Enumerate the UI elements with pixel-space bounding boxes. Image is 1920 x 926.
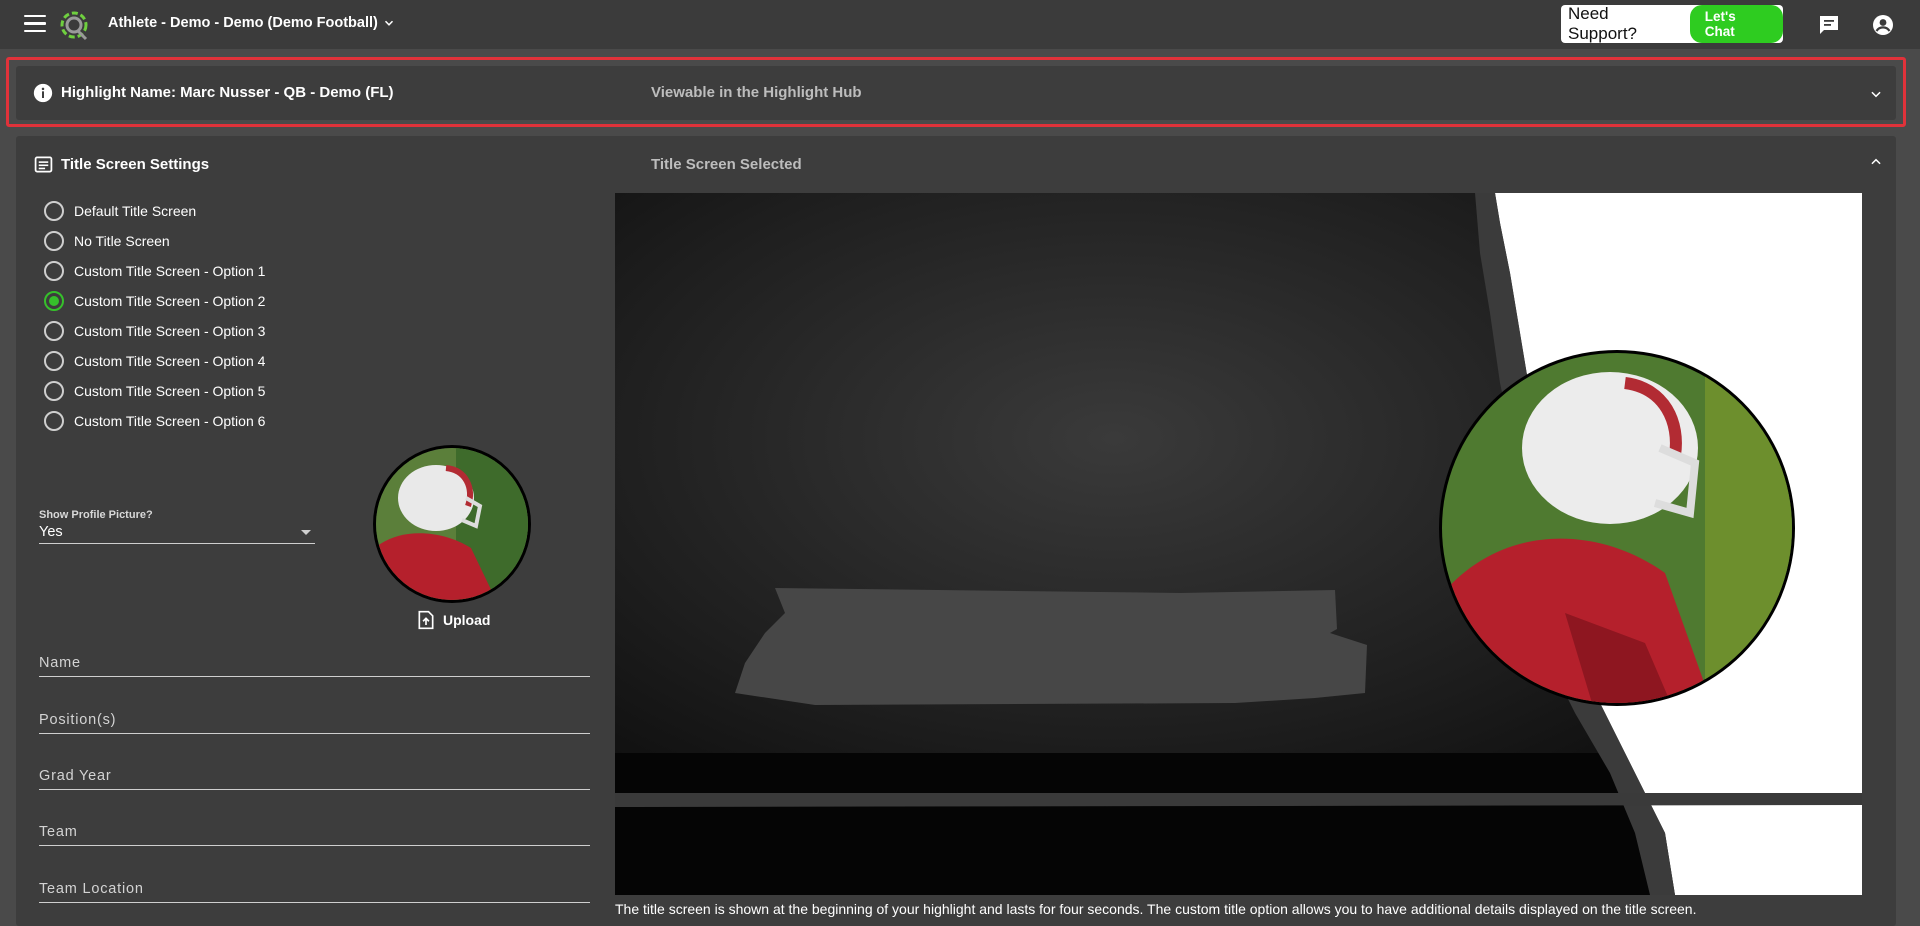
profile-picture	[373, 445, 531, 603]
title-screen-selected-label: Title Screen Selected	[651, 156, 802, 173]
team-location-field[interactable]	[39, 880, 590, 903]
option-no-title-screen[interactable]: No Title Screen	[44, 226, 265, 256]
dropdown-arrow-icon	[301, 530, 311, 535]
option-custom-2[interactable]: Custom Title Screen - Option 2	[44, 286, 265, 316]
radio-button[interactable]	[44, 201, 64, 221]
select-value[interactable]: Yes	[39, 524, 315, 544]
radio-button[interactable]	[44, 411, 64, 431]
option-label: Custom Title Screen - Option 1	[74, 263, 266, 279]
upload-label: Upload	[443, 612, 491, 628]
grad-year-field[interactable]	[39, 767, 590, 790]
title-screen-settings-heading: Title Screen Settings	[61, 156, 210, 173]
option-custom-5[interactable]: Custom Title Screen - Option 5	[44, 376, 265, 406]
show-profile-picture-select[interactable]: Show Profile Picture? Yes	[39, 509, 315, 544]
highlight-status: Viewable in the Highlight Hub	[651, 84, 862, 101]
select-label: Show Profile Picture?	[39, 509, 153, 521]
app-logo[interactable]	[58, 9, 90, 41]
team-field[interactable]	[39, 823, 590, 846]
menu-icon[interactable]	[24, 15, 46, 33]
chevron-down-icon	[384, 20, 393, 26]
collapse-icon[interactable]	[1869, 155, 1883, 169]
positions-field[interactable]	[39, 711, 590, 734]
option-default-title-screen[interactable]: Default Title Screen	[44, 196, 265, 226]
radio-button[interactable]	[44, 231, 64, 251]
radio-button[interactable]	[44, 261, 64, 281]
option-custom-4[interactable]: Custom Title Screen - Option 4	[44, 346, 265, 376]
support-text: Need Support?	[1568, 4, 1637, 43]
radio-button[interactable]	[44, 381, 64, 401]
upload-file-icon	[418, 610, 434, 630]
message-icon[interactable]	[1817, 13, 1841, 37]
radio-button[interactable]	[44, 351, 64, 371]
support-widget: Need Support? Let's Chat	[1561, 4, 1783, 43]
upload-button[interactable]: Upload	[417, 610, 490, 630]
option-label: Custom Title Screen - Option 2	[74, 293, 266, 309]
info-icon	[33, 83, 53, 103]
grad-year-input[interactable]	[39, 768, 590, 784]
option-custom-1[interactable]: Custom Title Screen - Option 1	[44, 256, 265, 286]
lets-chat-button[interactable]: Let's Chat	[1689, 5, 1783, 43]
account-switcher[interactable]: Athlete - Demo - Demo (Demo Football)	[108, 15, 396, 31]
positions-input[interactable]	[39, 712, 590, 728]
option-custom-6[interactable]: Custom Title Screen - Option 6	[44, 406, 265, 436]
option-label: No Title Screen	[74, 233, 170, 249]
radio-button[interactable]	[44, 321, 64, 341]
team-location-input[interactable]	[39, 881, 590, 897]
option-label: Default Title Screen	[74, 203, 197, 219]
title-screen-options: Default Title Screen No Title Screen Cus…	[44, 196, 265, 436]
option-label: Custom Title Screen - Option 6	[74, 413, 266, 429]
radio-button-selected[interactable]	[44, 291, 64, 311]
title-screen-caption: The title screen is shown at the beginni…	[615, 901, 1697, 917]
expand-icon[interactable]	[1869, 87, 1883, 101]
account-title: Athlete - Demo - Demo (Demo Football)	[108, 15, 378, 31]
title-screen-preview	[615, 193, 1862, 895]
account-circle-icon[interactable]	[1871, 13, 1895, 37]
top-app-bar: Athlete - Demo - Demo (Demo Football) Ne…	[0, 0, 1920, 49]
option-label: Custom Title Screen - Option 4	[74, 353, 266, 369]
subtitles-icon	[34, 156, 53, 173]
option-label: Custom Title Screen - Option 5	[74, 383, 266, 399]
name-input[interactable]	[39, 655, 590, 671]
highlight-name-title: Highlight Name: Marc Nusser - QB - Demo …	[61, 84, 394, 101]
name-field[interactable]	[39, 654, 590, 677]
option-custom-3[interactable]: Custom Title Screen - Option 3	[44, 316, 265, 346]
option-label: Custom Title Screen - Option 3	[74, 323, 266, 339]
team-input[interactable]	[39, 824, 590, 840]
